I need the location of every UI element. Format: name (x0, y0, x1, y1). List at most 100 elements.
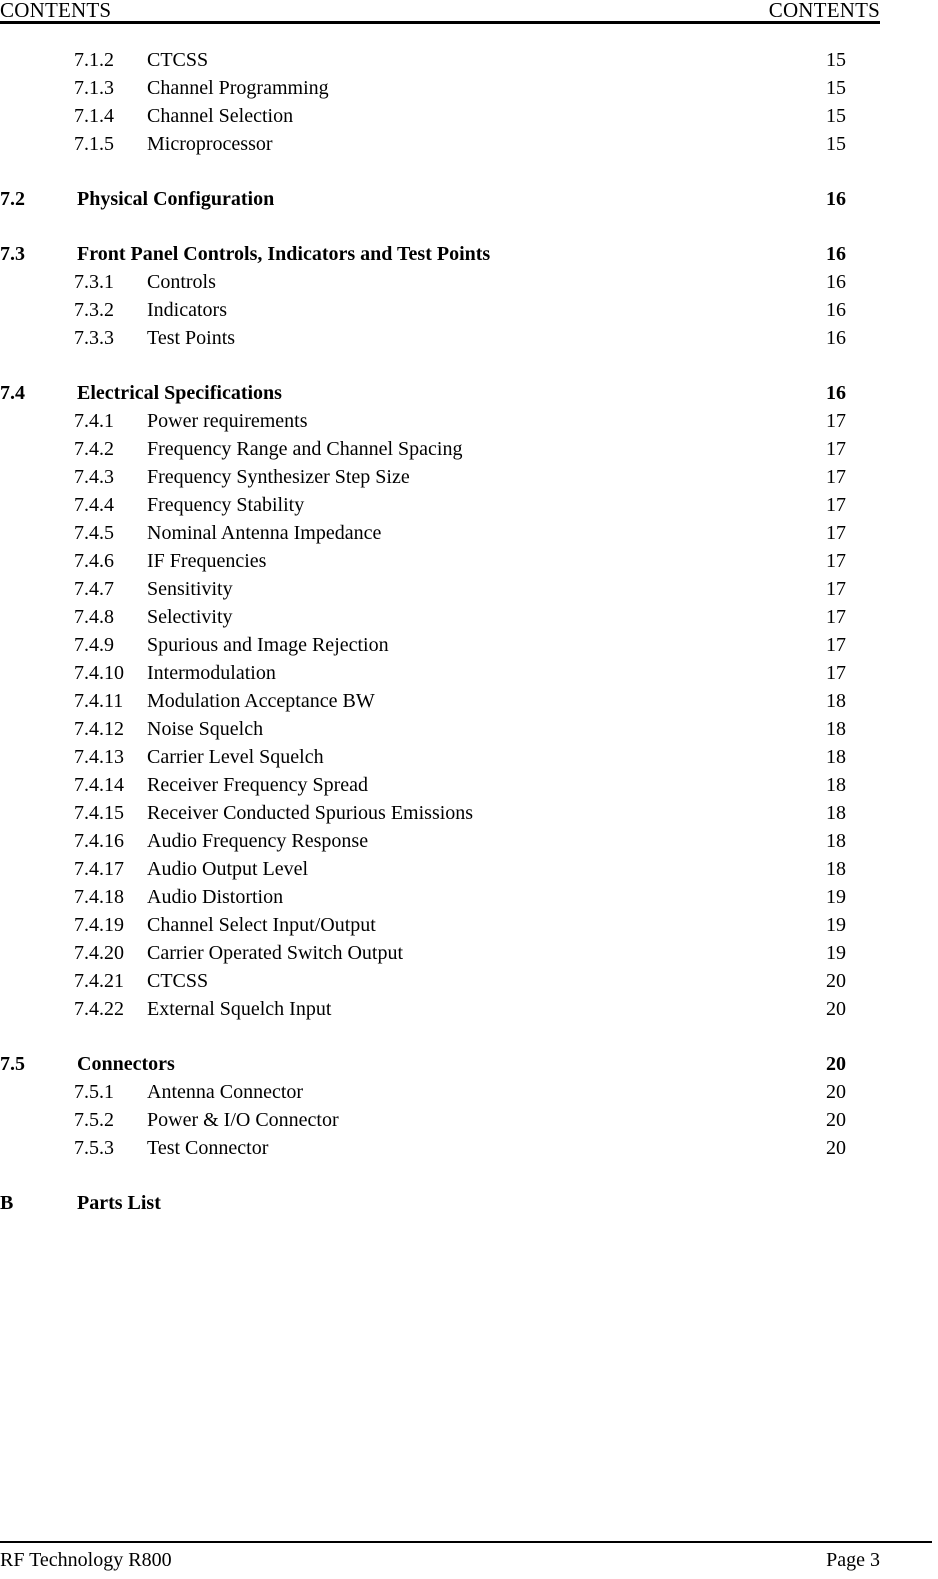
toc-subsection-row[interactable]: 7.4.17 Audio Output Level 18 (0, 855, 880, 883)
toc-subsection-row[interactable]: 7.3.2 Indicators 16 (0, 296, 880, 324)
toc-subsection-row[interactable]: 7.4.3 Frequency Synthesizer Step Size 17 (0, 463, 880, 491)
toc-subsection-row[interactable]: 7.4.16 Audio Frequency Response 18 (0, 827, 880, 855)
toc-entry-page-number: 17 (826, 466, 846, 488)
toc-entry-number: 7.4.7 (74, 578, 114, 600)
toc-entry-number: 7.4.5 (74, 522, 114, 544)
toc-entry-page-number: 16 (826, 299, 846, 321)
toc-entry-number: 7.4.8 (74, 606, 114, 628)
toc-entry-page-number: 16 (826, 188, 846, 210)
toc-subsection-row[interactable]: 7.4.6 IF Frequencies 17 (0, 547, 880, 575)
running-header: CONTENTS CONTENTS (0, 0, 880, 24)
toc-subsection-row[interactable]: 7.4.18 Audio Distortion 19 (0, 883, 880, 911)
toc-entry-page-number: 19 (826, 942, 846, 964)
toc-entry-number: 7.4.22 (74, 998, 124, 1020)
toc-entry-page-number: 18 (826, 690, 846, 712)
toc-entry-number: 7.4.15 (74, 802, 124, 824)
header-left-text: CONTENTS (0, 0, 112, 22)
toc-entry-page-number: 18 (826, 830, 846, 852)
document-page: CONTENTS CONTENTS 7.1.2 CTCSS 15 7.1.3 Chann… (0, 0, 938, 1579)
toc-entry-number: 7.4.1 (74, 410, 114, 432)
toc-subsection-row[interactable]: 7.4.10 Intermodulation 17 (0, 659, 880, 687)
toc-subsection-row[interactable]: 7.4.21 CTCSS 20 (0, 967, 880, 995)
toc-entry-page-number: 15 (826, 133, 846, 155)
toc-subsection-row[interactable]: 7.4.22 External Squelch Input 20 (0, 995, 880, 1023)
toc-entry-title: Power & I/O Connector (147, 1109, 339, 1131)
toc-section-gap (0, 1162, 880, 1189)
toc-entry-page-number: 17 (826, 438, 846, 460)
toc-subsection-row[interactable]: 7.1.4 Channel Selection 15 (0, 102, 880, 130)
toc-entry-title: Channel Programming (147, 77, 329, 99)
toc-subsection-row[interactable]: 7.4.2 Frequency Range and Channel Spacing… (0, 435, 880, 463)
toc-subsection-row[interactable]: 7.4.11 Modulation Acceptance BW 18 (0, 687, 880, 715)
toc-subsection-row[interactable]: 7.4.7 Sensitivity 17 (0, 575, 880, 603)
toc-section-gap (0, 213, 880, 240)
toc-entry-title: Test Points (147, 327, 236, 349)
toc-entry-number: 7.5.1 (74, 1081, 114, 1103)
toc-entry-page-number: 19 (826, 886, 846, 908)
toc-entry-title: Audio Output Level (147, 858, 309, 880)
toc-subsection-row[interactable]: 7.5.3 Test Connector 20 (0, 1134, 880, 1162)
toc-entry-title: Controls (147, 271, 216, 293)
toc-entry-page-number: 17 (826, 606, 846, 628)
toc-entry-number: 7.1.2 (74, 49, 114, 71)
toc-subsection-row[interactable]: 7.5.1 Antenna Connector 20 (0, 1078, 880, 1106)
toc-entry-title: Parts List (77, 1192, 161, 1214)
toc-entry-title: Indicators (147, 299, 227, 321)
toc-subsection-row[interactable]: 7.1.2 CTCSS 15 (0, 46, 880, 74)
toc-section-row[interactable]: 7.2 Physical Configuration 16 (0, 185, 880, 213)
toc-entry-page-number: 19 (826, 914, 846, 936)
toc-entry-title: Modulation Acceptance BW (147, 690, 375, 712)
toc-section-row[interactable]: 7.4 Electrical Specifications 16 (0, 379, 880, 407)
toc-subsection-row[interactable]: 7.4.8 Selectivity 17 (0, 603, 880, 631)
toc-entry-page-number: 18 (826, 774, 846, 796)
toc-subsection-row[interactable]: 7.1.5 Microprocessor 15 (0, 130, 880, 158)
toc-subsection-row[interactable]: 7.4.15 Receiver Conducted Spurious Emissi… (0, 799, 880, 827)
toc-entry-number: 7.3 (0, 243, 25, 265)
toc-entry-number: 7.4.20 (74, 942, 124, 964)
toc-subsection-row[interactable]: 7.3.1 Controls 16 (0, 268, 880, 296)
toc-entry-page-number: 16 (826, 382, 846, 404)
toc-subsection-row[interactable]: 7.4.12 Noise Squelch 18 (0, 715, 880, 743)
toc-entry-title: IF Frequencies (147, 550, 267, 572)
toc-entry-number: 7.3.1 (74, 271, 114, 293)
toc-section-row[interactable]: 7.3 Front Panel Controls, Indicators and … (0, 240, 880, 268)
toc-entry-page-number: 15 (826, 77, 846, 99)
toc-entry-title: Nominal Antenna Impedance (147, 522, 382, 544)
toc-entry-number: 7.3.3 (74, 327, 114, 349)
toc-subsection-row[interactable]: 7.4.1 Power requirements 17 (0, 407, 880, 435)
toc-entry-number: 7.5.2 (74, 1109, 114, 1131)
footer-divider (0, 1541, 932, 1543)
toc-entry-page-number: 17 (826, 550, 846, 572)
toc-entry-number: 7.4.6 (74, 550, 114, 572)
toc-subsection-row[interactable]: 7.4.14 Receiver Frequency Spread 18 (0, 771, 880, 799)
toc-section-row[interactable]: B Parts List (0, 1189, 880, 1217)
toc-entry-number: 7.4.19 (74, 914, 124, 936)
toc-subsection-row[interactable]: 7.4.20 Carrier Operated Switch Output 19 (0, 939, 880, 967)
toc-entry-title: Carrier Level Squelch (147, 746, 324, 768)
toc-entry-title: Front Panel Controls, Indicators and Tes… (77, 243, 491, 265)
toc-entry-title: Channel Selection (147, 105, 294, 127)
toc-subsection-row[interactable]: 7.4.9 Spurious and Image Rejection 17 (0, 631, 880, 659)
toc-entry-title: Spurious and Image Rejection (147, 634, 389, 656)
toc-section-gap (0, 352, 880, 379)
toc-entry-page-number: 20 (826, 1137, 846, 1159)
toc-entry-page-number: 15 (826, 105, 846, 127)
running-footer: RF Technology R800 Page 3 (0, 1541, 932, 1577)
toc-entry-title: Frequency Stability (147, 494, 305, 516)
toc-entry-number: 7.2 (0, 188, 25, 210)
toc-subsection-row[interactable]: 7.5.2 Power & I/O Connector 20 (0, 1106, 880, 1134)
toc-entry-number: 7.4.18 (74, 886, 124, 908)
toc-section-gap (0, 158, 880, 185)
toc-entry-number: 7.1.5 (74, 133, 114, 155)
toc-entry-page-number: 20 (826, 998, 846, 1020)
toc-section-row[interactable]: 7.5 Connectors 20 (0, 1050, 880, 1078)
toc-subsection-row[interactable]: 7.4.13 Carrier Level Squelch 18 (0, 743, 880, 771)
table-of-contents: 7.1.2 CTCSS 15 7.1.3 Channel Programming 15 7.… (0, 46, 880, 1217)
toc-entry-title: Frequency Synthesizer Step Size (147, 466, 410, 488)
toc-subsection-row[interactable]: 7.3.3 Test Points 16 (0, 324, 880, 352)
toc-entry-title: Frequency Range and Channel Spacing (147, 438, 463, 460)
toc-subsection-row[interactable]: 7.1.3 Channel Programming 15 (0, 74, 880, 102)
toc-subsection-row[interactable]: 7.4.19 Channel Select Input/Output 19 (0, 911, 880, 939)
toc-subsection-row[interactable]: 7.4.4 Frequency Stability 17 (0, 491, 880, 519)
toc-subsection-row[interactable]: 7.4.5 Nominal Antenna Impedance 17 (0, 519, 880, 547)
